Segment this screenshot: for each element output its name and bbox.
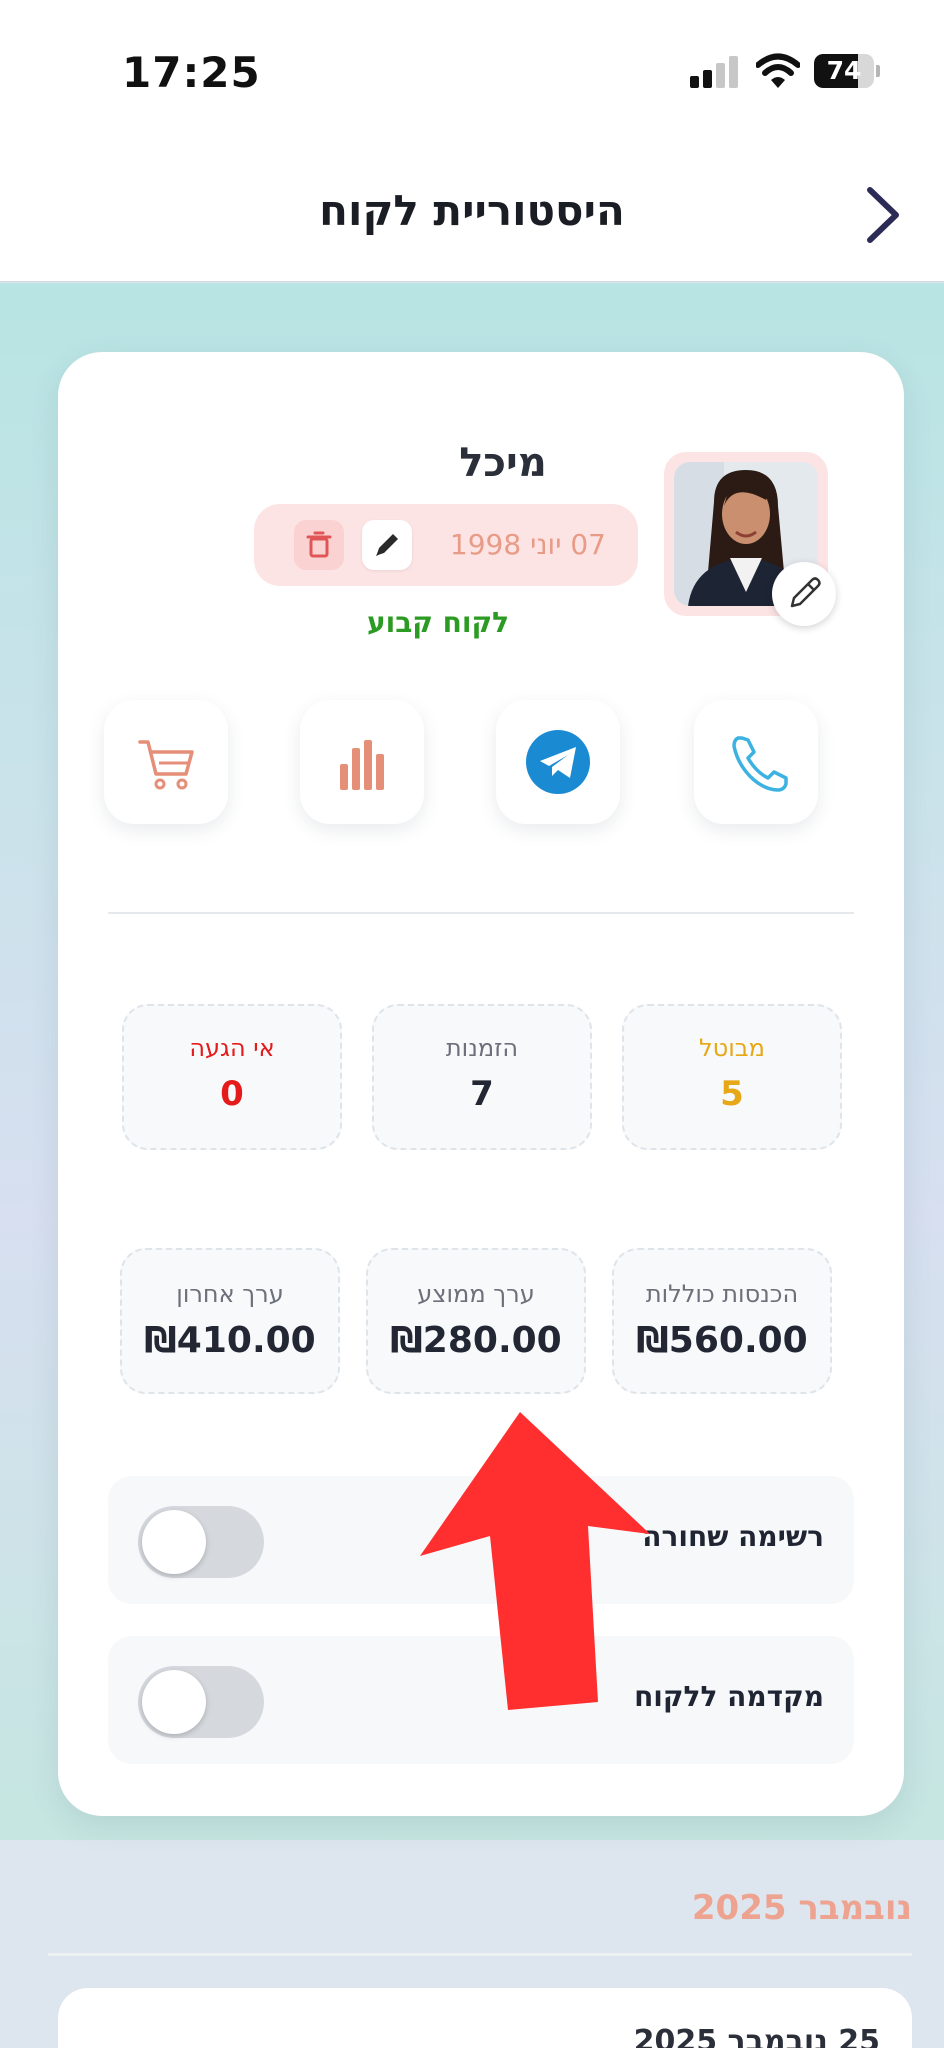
divider bbox=[48, 1953, 912, 1956]
cancelled-stat: מבוטל 5 bbox=[622, 1004, 842, 1150]
average-value-stat: ערך ממוצע ₪280.00 bbox=[366, 1248, 586, 1394]
cart-icon bbox=[138, 740, 194, 790]
toggle-knob bbox=[142, 1510, 206, 1574]
no-show-label: אי הגעה bbox=[189, 1034, 275, 1062]
cancelled-label: מבוטל bbox=[699, 1034, 765, 1062]
wifi-icon bbox=[755, 52, 801, 90]
birthday-pill: 07 יוני 1998 bbox=[254, 504, 638, 586]
cart-button[interactable] bbox=[104, 700, 228, 824]
prepayment-toggle[interactable] bbox=[138, 1666, 264, 1738]
orders-label: הזמנות bbox=[445, 1034, 519, 1062]
chevron-right-icon bbox=[867, 187, 899, 243]
total-income-value: ₪560.00 bbox=[636, 1320, 808, 1361]
history-entry-date: 25 נובמבר 2025 bbox=[633, 2024, 880, 2048]
cellular-signal-icon bbox=[690, 56, 740, 88]
cancelled-value: 5 bbox=[720, 1074, 744, 1114]
pencil-icon bbox=[790, 577, 821, 608]
month-header: נובמבר 2025 bbox=[691, 1888, 912, 1928]
orders-stat: הזמנות 7 bbox=[372, 1004, 592, 1150]
average-value-label: ערך ממוצע bbox=[417, 1280, 535, 1308]
bar-chart-icon bbox=[340, 740, 384, 790]
nav-header: היסטוריית לקוח bbox=[0, 140, 944, 282]
birthday-text: 07 יוני 1998 bbox=[449, 528, 606, 561]
red-arrow-annotation bbox=[420, 1412, 650, 1710]
no-show-value: 0 bbox=[220, 1074, 244, 1114]
customer-status: לקוח קבוע bbox=[366, 606, 510, 639]
total-income-label: הכנסות כוללות bbox=[645, 1280, 799, 1308]
telegram-icon bbox=[526, 730, 590, 794]
battery-indicator: 74 bbox=[814, 54, 880, 88]
telegram-button[interactable] bbox=[496, 700, 620, 824]
clock: 17:25 bbox=[122, 48, 261, 97]
statistics-button[interactable] bbox=[300, 700, 424, 824]
last-value-value: ₪410.00 bbox=[144, 1320, 316, 1361]
blacklist-toggle[interactable] bbox=[138, 1506, 264, 1578]
edit-avatar-button[interactable] bbox=[772, 562, 836, 626]
toggle-knob bbox=[142, 1670, 206, 1734]
status-bar: 17:25 74 bbox=[0, 0, 944, 140]
phone-icon bbox=[732, 736, 788, 792]
prepayment-label: מקדמה ללקוח bbox=[634, 1680, 824, 1713]
last-value-stat: ערך אחרון ₪410.00 bbox=[120, 1248, 340, 1394]
no-show-stat: אי הגעה 0 bbox=[122, 1004, 342, 1150]
average-value-value: ₪280.00 bbox=[390, 1320, 562, 1361]
divider bbox=[108, 912, 854, 914]
last-value-label: ערך אחרון bbox=[176, 1280, 284, 1308]
blacklist-label: רשימה שחורה bbox=[642, 1520, 824, 1553]
call-button[interactable] bbox=[694, 700, 818, 824]
delete-birthday-button[interactable] bbox=[294, 520, 344, 570]
edit-birthday-button[interactable] bbox=[362, 520, 412, 570]
history-entry[interactable]: 25 נובמבר 2025 bbox=[58, 1988, 912, 2048]
total-income-stat: הכנסות כוללות ₪560.00 bbox=[612, 1248, 832, 1394]
back-button[interactable] bbox=[858, 180, 908, 250]
pencil-icon bbox=[376, 534, 398, 556]
customer-name: מיכל bbox=[459, 440, 547, 486]
trash-icon bbox=[306, 531, 332, 558]
page-title: היסטוריית לקוח bbox=[319, 186, 625, 235]
orders-value: 7 bbox=[470, 1074, 494, 1114]
